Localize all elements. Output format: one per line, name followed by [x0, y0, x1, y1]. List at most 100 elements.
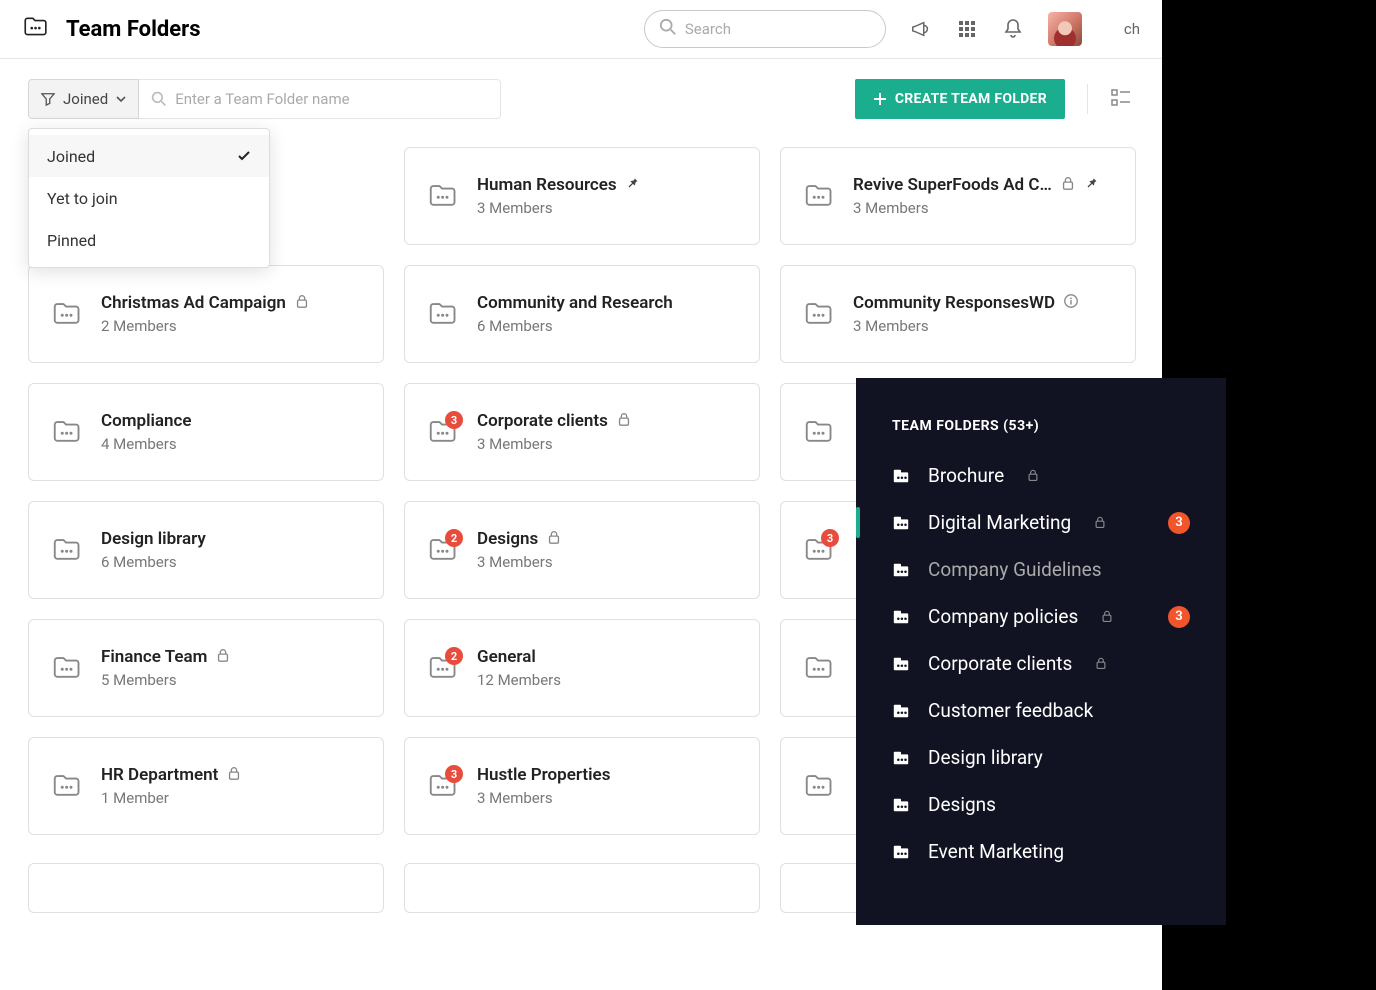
folder-title: Community ResponsesWD — [853, 293, 1055, 313]
folder-card[interactable]: HR Department 1 Member — [28, 737, 384, 835]
folder-card[interactable]: Community ResponsesWD3 Members — [780, 265, 1136, 363]
side-folder-label: Design library — [928, 746, 1043, 769]
info-icon — [1063, 293, 1079, 313]
side-folder-label: Company policies — [928, 605, 1078, 628]
toolbar: Joined CREATE TEAM FOLDER — [0, 59, 1162, 119]
folder-title: Compliance — [101, 411, 192, 431]
folder-members: 3 Members — [477, 199, 641, 217]
folder-title: Finance Team — [101, 647, 207, 667]
side-folder-label: Corporate clients — [928, 652, 1072, 675]
side-folder-label: Designs — [928, 793, 996, 816]
team-folders-side-panel: TEAM FOLDERS (53+) Brochure Digital Marke… — [856, 378, 1226, 925]
filter-option[interactable]: Pinned — [29, 219, 269, 261]
lock-icon — [294, 293, 310, 313]
folder-members: 3 Members — [477, 435, 632, 453]
folder-card[interactable] — [404, 863, 760, 913]
side-folder-item[interactable]: Event Marketing — [856, 828, 1226, 875]
side-panel-heading: TEAM FOLDERS (53+) — [856, 418, 1226, 452]
filter-dropdown-button[interactable]: Joined — [28, 79, 139, 119]
folder-card[interactable]: Christmas Ad Campaign2 Members — [28, 265, 384, 363]
folder-card[interactable]: Compliance 4 Members — [28, 383, 384, 481]
folder-members: 6 Members — [477, 317, 673, 335]
filter-option[interactable]: Joined — [29, 135, 269, 177]
folder-members: 6 Members — [101, 553, 206, 571]
side-folder-label: Digital Marketing — [928, 511, 1071, 534]
folder-title: Hustle Properties — [477, 765, 610, 785]
toolbar-divider — [1087, 84, 1088, 114]
folder-icon — [892, 655, 910, 673]
folder-members: 1 Member — [101, 789, 242, 807]
notification-badge: 2 — [445, 529, 463, 547]
folder-title: HR Department — [101, 765, 218, 785]
folder-card[interactable] — [28, 863, 384, 913]
folder-title: Design library — [101, 529, 206, 549]
filter-option[interactable]: Yet to join — [29, 177, 269, 219]
folder-name-search[interactable] — [139, 79, 501, 119]
side-folder-item[interactable]: Design library — [856, 734, 1226, 781]
side-folder-item[interactable]: Corporate clients — [856, 640, 1226, 687]
folder-members: 3 Members — [477, 553, 562, 571]
folder-card[interactable]: Design library 6 Members — [28, 501, 384, 599]
lock-icon — [1100, 605, 1114, 628]
side-folder-item[interactable]: Designs — [856, 781, 1226, 828]
folder-title: Community and Research — [477, 293, 673, 313]
lock-icon — [226, 765, 242, 785]
folder-members: 3 Members — [853, 199, 1100, 217]
folder-icon — [803, 771, 833, 801]
global-search[interactable] — [644, 10, 886, 48]
side-folder-label: Brochure — [928, 464, 1004, 487]
folder-card[interactable]: 3Hustle Properties3 Members — [404, 737, 760, 835]
chevron-down-icon — [116, 94, 126, 104]
side-folder-item[interactable]: Customer feedback — [856, 687, 1226, 734]
folder-card[interactable]: 3Corporate clients3 Members — [404, 383, 760, 481]
folder-icon — [427, 299, 457, 329]
folder-icon — [892, 514, 910, 532]
folder-icon — [51, 299, 81, 329]
folder-card[interactable]: Revive SuperFoods Ad C…3 Members — [780, 147, 1136, 245]
folder-members: 4 Members — [101, 435, 192, 453]
global-search-input[interactable] — [685, 20, 884, 38]
folder-icon — [892, 608, 910, 626]
pin-icon — [1084, 175, 1100, 195]
filter-icon — [41, 92, 55, 106]
plus-icon — [873, 92, 887, 106]
folder-icon — [51, 653, 81, 683]
side-folder-item[interactable]: Company policies3 — [856, 593, 1226, 640]
folder-card[interactable]: Community and Research 6 Members — [404, 265, 760, 363]
folder-members: 5 Members — [101, 671, 231, 689]
folder-icon — [51, 417, 81, 447]
search-icon — [151, 91, 167, 107]
folder-icon — [892, 843, 910, 861]
side-folder-label: Customer feedback — [928, 699, 1093, 722]
side-folder-item[interactable]: Company Guidelines — [856, 546, 1226, 593]
folder-card[interactable]: Finance Team 5 Members — [28, 619, 384, 717]
side-folder-item[interactable]: Digital Marketing3 — [856, 499, 1226, 546]
folder-members: 12 Members — [477, 671, 561, 689]
apps-grid-icon[interactable] — [956, 18, 978, 40]
lock-icon — [1060, 175, 1076, 195]
folder-name-input[interactable] — [175, 90, 488, 108]
header-edge-text: ch — [1124, 20, 1140, 38]
folder-icon — [892, 749, 910, 767]
folder-icon — [803, 653, 833, 683]
lock-icon — [616, 411, 632, 431]
user-avatar[interactable] — [1048, 12, 1082, 46]
notification-badge: 3 — [445, 765, 463, 783]
create-team-folder-button[interactable]: CREATE TEAM FOLDER — [855, 79, 1065, 119]
folder-card[interactable]: Human Resources 3 Members — [404, 147, 760, 245]
folder-title: Human Resources — [477, 175, 617, 195]
view-toggle-icon[interactable] — [1110, 87, 1134, 111]
lock-icon — [1094, 652, 1108, 675]
folder-icon — [803, 299, 833, 329]
lock-icon — [1093, 511, 1107, 534]
side-folder-item[interactable]: Brochure — [856, 452, 1226, 499]
bell-icon[interactable] — [1002, 18, 1024, 40]
folder-card[interactable]: 2Designs3 Members — [404, 501, 760, 599]
megaphone-icon[interactable] — [910, 18, 932, 40]
lock-icon — [1026, 464, 1040, 487]
side-folder-label: Company Guidelines — [928, 558, 1102, 581]
notification-badge: 2 — [445, 647, 463, 665]
folder-card[interactable]: 2General12 Members — [404, 619, 760, 717]
search-icon — [659, 18, 677, 40]
lock-icon — [215, 647, 231, 667]
